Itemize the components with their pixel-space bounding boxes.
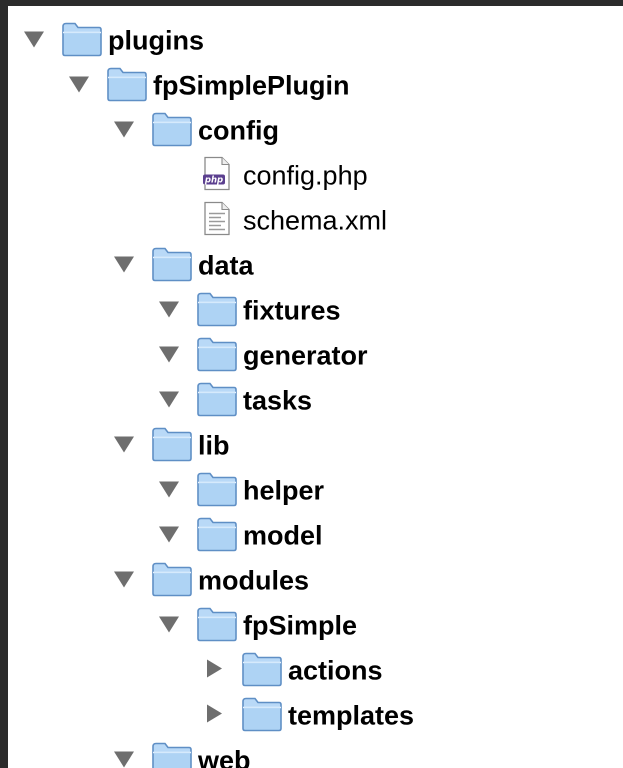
folder-icon [195, 288, 239, 333]
disclosure-triangle-down-icon[interactable] [112, 747, 136, 768]
folder-icon [150, 558, 194, 603]
folder-label: lib [198, 430, 230, 460]
disclosure-triangle-down-icon[interactable] [157, 387, 181, 414]
disclosure-triangle-down-icon[interactable] [67, 72, 91, 99]
tree-row-plugins[interactable]: plugins [8, 18, 623, 63]
disclosure-triangle-down-icon[interactable] [157, 612, 181, 639]
folder-label: fixtures [243, 295, 341, 325]
folder-icon [195, 333, 239, 378]
disclosure-triangle-down-icon[interactable] [157, 297, 181, 324]
disclosure-triangle-down-icon[interactable] [112, 567, 136, 594]
php-file-icon: php [201, 155, 233, 196]
folder-icon [195, 378, 239, 423]
folder-icon [195, 603, 239, 648]
tree-row-data[interactable]: data [8, 243, 623, 288]
folder-label: web [198, 745, 251, 768]
folder-label: plugins [108, 25, 204, 55]
text-file-icon [201, 200, 233, 241]
file-label: config.php [243, 160, 368, 190]
tree-row-actions[interactable]: actions [8, 648, 623, 693]
tree-row-web[interactable]: web [8, 738, 623, 768]
folder-label: fpSimple [243, 610, 358, 640]
disclosure-triangle-down-icon[interactable] [112, 252, 136, 279]
file-label: schema.xml [243, 205, 388, 235]
disclosure-triangle-right-icon[interactable] [202, 657, 226, 684]
folder-label: modules [198, 565, 310, 595]
tree-row-fixtures[interactable]: fixtures [8, 288, 623, 333]
tree-row-modules[interactable]: modules [8, 558, 623, 603]
folder-icon [195, 513, 239, 558]
folder-label: fpSimplePlugin [153, 70, 350, 100]
disclosure-triangle-down-icon[interactable] [157, 522, 181, 549]
folder-label: actions [288, 655, 383, 685]
folder-label: generator [243, 340, 368, 370]
folder-icon [240, 648, 284, 693]
file-tree-panel: plugins fpSimplePlugin config php config.php… [8, 6, 623, 768]
folder-label: config [198, 115, 279, 145]
tree-row-fpsimple[interactable]: fpSimple [8, 603, 623, 648]
tree-row-fpsimpleplugin[interactable]: fpSimplePlugin [8, 63, 623, 108]
tree-row-schema-xml[interactable]: schema.xml [8, 198, 623, 243]
svg-text:php: php [204, 175, 223, 185]
folder-icon [195, 468, 239, 513]
tree-row-helper[interactable]: helper [8, 468, 623, 513]
tree-row-lib[interactable]: lib [8, 423, 623, 468]
disclosure-triangle-down-icon[interactable] [157, 477, 181, 504]
tree-row-config[interactable]: config [8, 108, 623, 153]
tree-row-generator[interactable]: generator [8, 333, 623, 378]
folder-icon [150, 738, 194, 768]
disclosure-triangle-down-icon[interactable] [22, 27, 46, 54]
folder-icon [60, 18, 104, 63]
disclosure-triangle-down-icon[interactable] [157, 342, 181, 369]
tree-row-model[interactable]: model [8, 513, 623, 558]
folder-icon [240, 693, 284, 738]
folder-label: templates [288, 700, 415, 730]
folder-icon [150, 423, 194, 468]
tree-row-config-php[interactable]: php config.php [8, 153, 623, 198]
tree-row-tasks[interactable]: tasks [8, 378, 623, 423]
disclosure-triangle-down-icon[interactable] [112, 117, 136, 144]
folder-label: helper [243, 475, 325, 505]
disclosure-triangle-right-icon[interactable] [202, 702, 226, 729]
folder-label: tasks [243, 385, 313, 415]
folder-label: model [243, 520, 323, 550]
folder-label: data [198, 250, 254, 280]
folder-icon [105, 63, 149, 108]
folder-icon [150, 243, 194, 288]
disclosure-triangle-down-icon[interactable] [112, 432, 136, 459]
folder-icon [150, 108, 194, 153]
tree-row-templates[interactable]: templates [8, 693, 623, 738]
